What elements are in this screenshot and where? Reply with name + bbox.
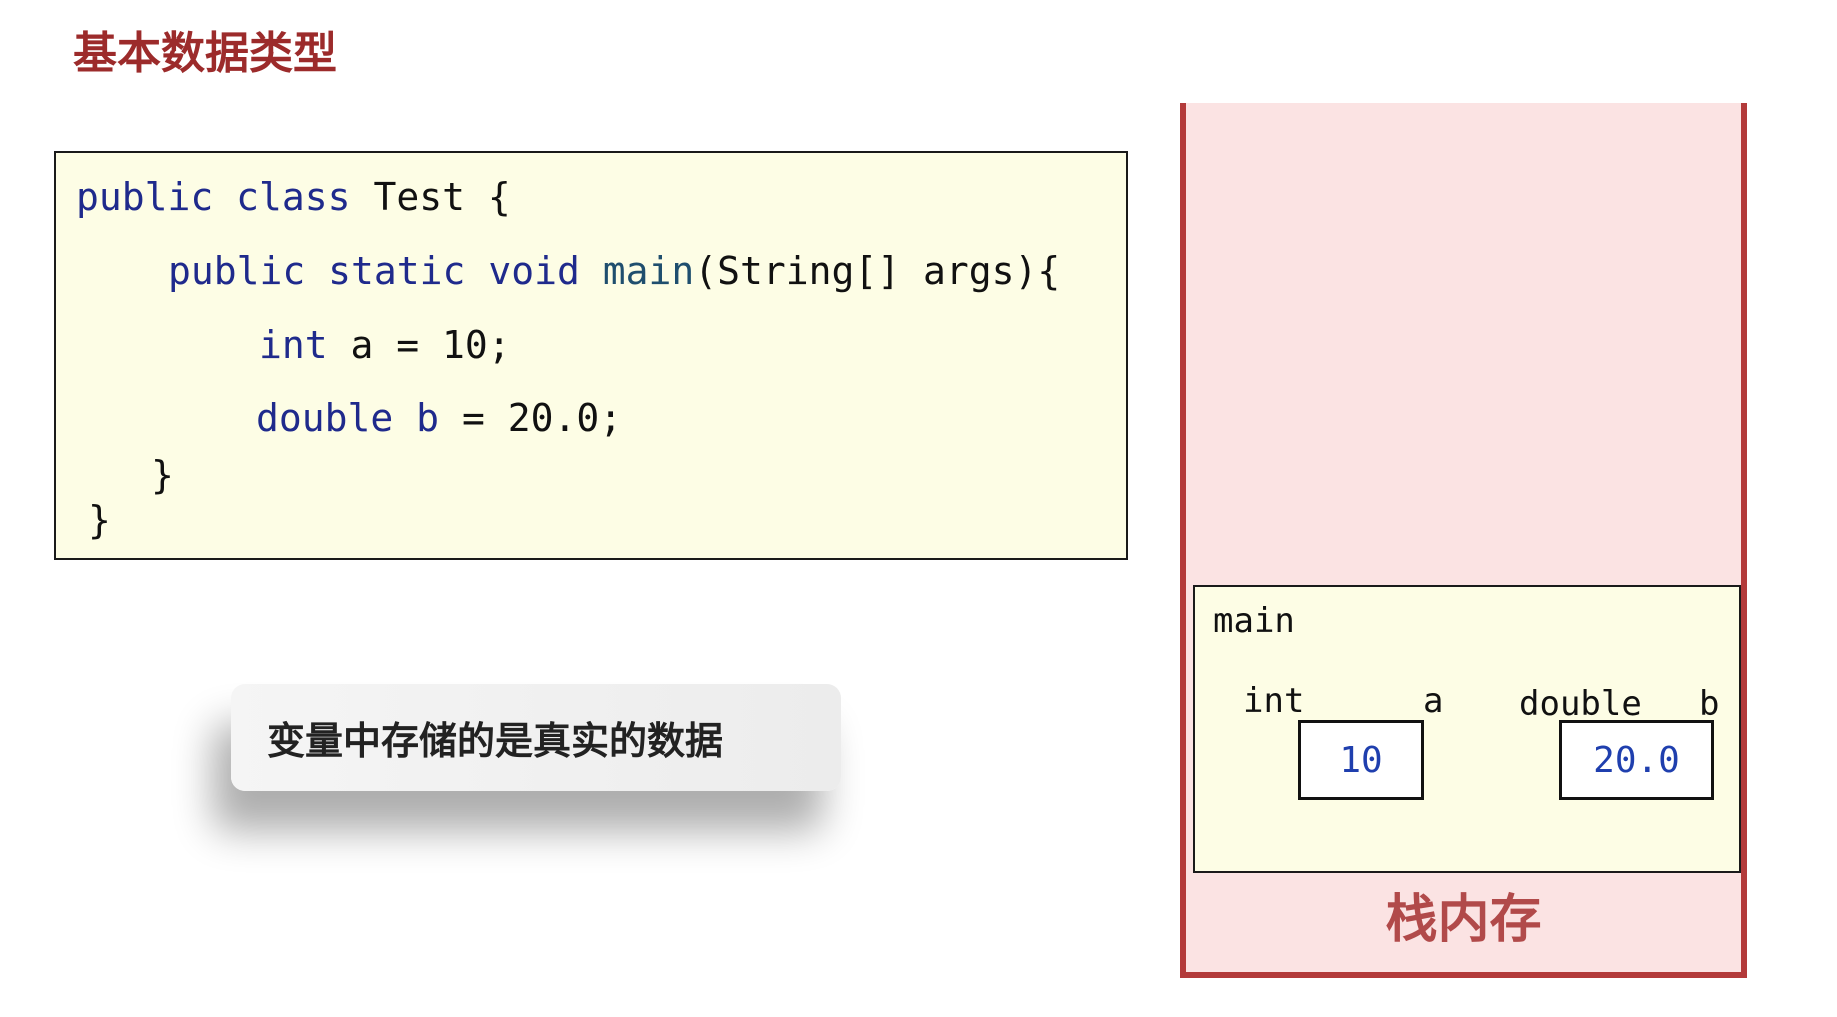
callout-note: 变量中存储的是真实的数据 [231,684,841,791]
var-name-label: a [1423,681,1444,721]
stack-bottom-wall [1180,972,1747,978]
code-keyword: static [328,249,466,293]
code-line-close-method: } [151,453,174,497]
stack-memory-label: 栈内存 [1385,890,1542,950]
code-line-double-decl: double b = 20.0; [256,396,622,440]
code-keyword: void [488,249,580,293]
callout-text: 变量中存储的是真实的数据 [267,719,724,763]
code-keyword: public [168,249,306,293]
stack-right-wall [1741,103,1747,978]
stack-frame-main: main int a 10 double b 20.0 [1193,585,1741,873]
code-line-int-decl: int a = 10; [259,323,511,367]
var-name-label: b [1699,684,1720,724]
code-text: Test { [373,175,511,219]
code-line-close-class: } [88,498,111,542]
code-keyword: int [259,323,328,367]
code-line-class-decl: public class Test { [76,175,511,219]
var-value-box: 10 [1298,720,1424,800]
code-text: a = 10; [350,323,511,367]
var-type-label: double [1519,684,1642,724]
var-value: 10 [1339,739,1383,781]
stack-left-wall [1180,103,1186,978]
var-value: 20.0 [1593,739,1680,781]
code-text: (String[] args){ [694,249,1061,293]
code-function-name: main [602,249,695,293]
code-keyword: class [236,175,351,219]
var-value-box: 20.0 [1559,720,1714,800]
frame-name: main [1213,601,1295,641]
code-keyword: double [256,396,394,440]
code-line-main-decl: public static void main(String[] args){ [168,249,1060,293]
code-text: = 20.0; [461,396,623,440]
var-type-label: int [1243,681,1305,721]
code-variable: b [416,396,440,440]
slide-title: 基本数据类型 [73,28,337,79]
code-keyword: public [76,175,214,219]
code-block: public class Test { public static void m… [54,151,1128,560]
